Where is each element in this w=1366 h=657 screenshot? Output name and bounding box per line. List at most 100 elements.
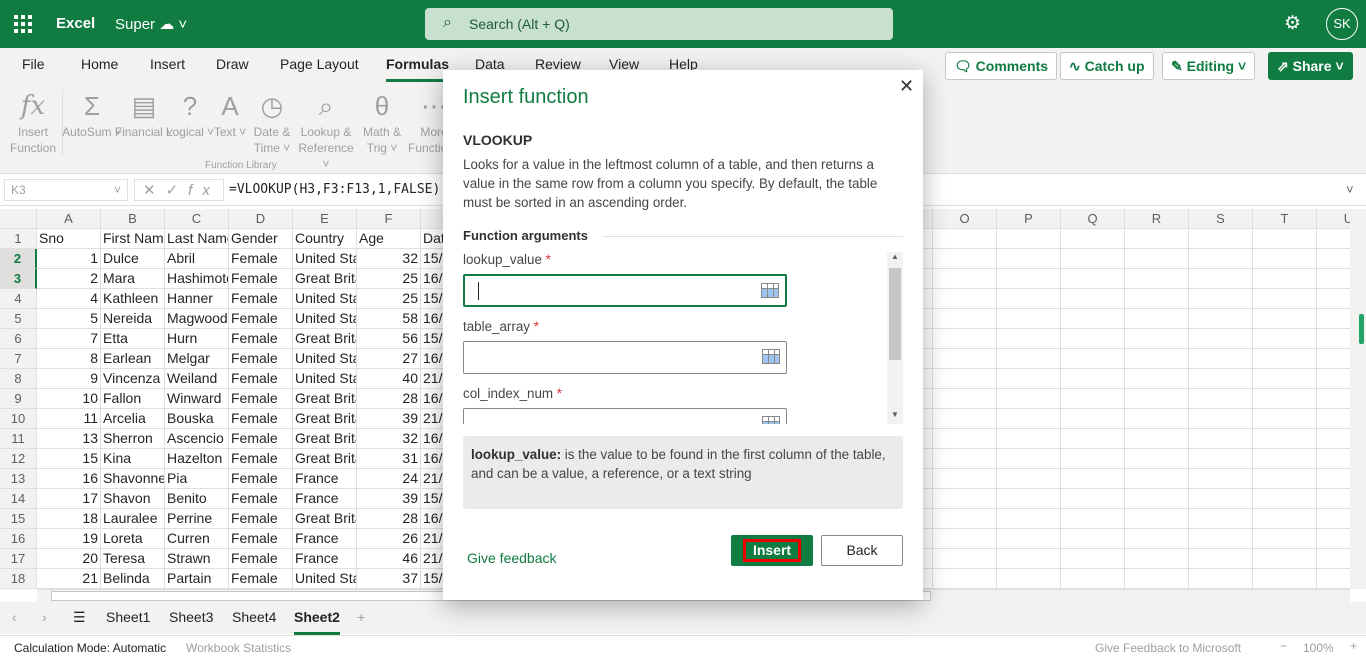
cell-D9[interactable]: Female <box>229 389 293 409</box>
cell-P1[interactable] <box>997 229 1061 249</box>
cell-E8[interactable]: United Sta <box>293 369 357 389</box>
row-header[interactable]: 13 <box>0 469 37 489</box>
cell-Q7[interactable] <box>1061 349 1125 369</box>
cell-P2[interactable] <box>997 249 1061 269</box>
cell-B5[interactable]: Nereida <box>101 309 165 329</box>
cell-T4[interactable] <box>1253 289 1317 309</box>
row-header[interactable]: 15 <box>0 509 37 529</box>
cell-F11[interactable]: 32 <box>357 429 421 449</box>
zoom-level[interactable]: 100% <box>1303 641 1334 655</box>
cell-E10[interactable]: Great Brita <box>293 409 357 429</box>
cell-E6[interactable]: Great Brita <box>293 329 357 349</box>
cell-T5[interactable] <box>1253 309 1317 329</box>
cell-F14[interactable]: 39 <box>357 489 421 509</box>
cell-Q1[interactable] <box>1061 229 1125 249</box>
cell-C6[interactable]: Hurn <box>165 329 229 349</box>
cell-D11[interactable]: Female <box>229 429 293 449</box>
cell-D4[interactable]: Female <box>229 289 293 309</box>
cell-D3[interactable]: Female <box>229 269 293 289</box>
cell-P10[interactable] <box>997 409 1061 429</box>
cell-Q6[interactable] <box>1061 329 1125 349</box>
cell-A14[interactable]: 17 <box>37 489 101 509</box>
cell-D16[interactable]: Female <box>229 529 293 549</box>
all-sheets-menu-icon[interactable]: ☰ <box>73 609 86 626</box>
cell-E12[interactable]: Great Brita <box>293 449 357 469</box>
column-header-T[interactable]: T <box>1253 209 1317 229</box>
cell-P12[interactable] <box>997 449 1061 469</box>
cell-U8[interactable] <box>1317 369 1350 389</box>
column-header-C[interactable]: C <box>165 209 229 229</box>
cell-F6[interactable]: 56 <box>357 329 421 349</box>
sheet-tab-sheet1[interactable]: Sheet1 <box>106 609 150 625</box>
cell-T14[interactable] <box>1253 489 1317 509</box>
fx-icon[interactable]: fx <box>188 182 220 199</box>
cell-U9[interactable] <box>1317 389 1350 409</box>
cell-O5[interactable] <box>933 309 997 329</box>
scroll-up-icon[interactable]: ▲ <box>891 252 899 261</box>
cell-C16[interactable]: Curren <box>165 529 229 549</box>
cell-D7[interactable]: Female <box>229 349 293 369</box>
cell-S3[interactable] <box>1189 269 1253 289</box>
ribbon-autosum-button[interactable]: Σ AutoSum ˅ <box>62 88 122 140</box>
column-header-P[interactable]: P <box>997 209 1061 229</box>
cell-P14[interactable] <box>997 489 1061 509</box>
cell-T16[interactable] <box>1253 529 1317 549</box>
tab-file[interactable]: File <box>22 56 45 72</box>
row-header[interactable]: 3 <box>0 269 37 289</box>
cell-A2[interactable]: 1 <box>37 249 101 269</box>
ribbon-math-button[interactable]: θ Math & Trig ˅ <box>352 88 412 156</box>
cell-P8[interactable] <box>997 369 1061 389</box>
cell-F12[interactable]: 31 <box>357 449 421 469</box>
cell-T1[interactable] <box>1253 229 1317 249</box>
cell-U7[interactable] <box>1317 349 1350 369</box>
row-header[interactable]: 4 <box>0 289 37 309</box>
row-header[interactable]: 17 <box>0 549 37 569</box>
row-header[interactable]: 2 <box>0 249 37 269</box>
cell-P13[interactable] <box>997 469 1061 489</box>
zoom-in-icon[interactable]: + <box>1350 639 1357 653</box>
column-header-D[interactable]: D <box>229 209 293 229</box>
arguments-scrollbar[interactable]: ▲ ▼ <box>887 252 903 424</box>
cell-U16[interactable] <box>1317 529 1350 549</box>
cell-B12[interactable]: Kina <box>101 449 165 469</box>
cell-B6[interactable]: Etta <box>101 329 165 349</box>
expand-formula-icon[interactable]: ˅ <box>1346 182 1354 197</box>
cell-B7[interactable]: Earlean <box>101 349 165 369</box>
cell-D18[interactable]: Female <box>229 569 293 589</box>
close-icon[interactable]: ✕ <box>899 76 914 97</box>
vertical-scrollbar[interactable] <box>1350 209 1366 589</box>
cell-E9[interactable]: Great Brita <box>293 389 357 409</box>
cell-O6[interactable] <box>933 329 997 349</box>
col-index-num-input[interactable] <box>463 408 787 424</box>
table-array-input[interactable] <box>463 341 787 374</box>
cell-P15[interactable] <box>997 509 1061 529</box>
search-box[interactable]: ⌕ Search (Alt + Q) <box>425 8 893 40</box>
cell-A13[interactable]: 16 <box>37 469 101 489</box>
cell-T18[interactable] <box>1253 569 1317 589</box>
cell-F9[interactable]: 28 <box>357 389 421 409</box>
cell-R17[interactable] <box>1125 549 1189 569</box>
cell-O13[interactable] <box>933 469 997 489</box>
cell-O4[interactable] <box>933 289 997 309</box>
column-header-R[interactable]: R <box>1125 209 1189 229</box>
tab-draw[interactable]: Draw <box>216 56 249 72</box>
prev-sheet-icon[interactable]: ‹ <box>12 609 17 625</box>
check-icon[interactable]: ✓ <box>166 182 189 199</box>
cell-P9[interactable] <box>997 389 1061 409</box>
cell-C1[interactable]: Last Name <box>165 229 229 249</box>
app-name[interactable]: Excel <box>56 15 95 32</box>
sheet-tab-sheet2[interactable]: Sheet2 <box>294 609 340 635</box>
cell-U14[interactable] <box>1317 489 1350 509</box>
cell-R9[interactable] <box>1125 389 1189 409</box>
cell-D8[interactable]: Female <box>229 369 293 389</box>
cell-Q12[interactable] <box>1061 449 1125 469</box>
cell-E13[interactable]: France <box>293 469 357 489</box>
cell-C8[interactable]: Weiland <box>165 369 229 389</box>
cell-E3[interactable]: Great Brita <box>293 269 357 289</box>
cell-U18[interactable] <box>1317 569 1350 589</box>
cell-D14[interactable]: Female <box>229 489 293 509</box>
cell-B4[interactable]: Kathleen <box>101 289 165 309</box>
insert-button[interactable]: Insert <box>731 535 813 566</box>
cell-D12[interactable]: Female <box>229 449 293 469</box>
cell-T12[interactable] <box>1253 449 1317 469</box>
